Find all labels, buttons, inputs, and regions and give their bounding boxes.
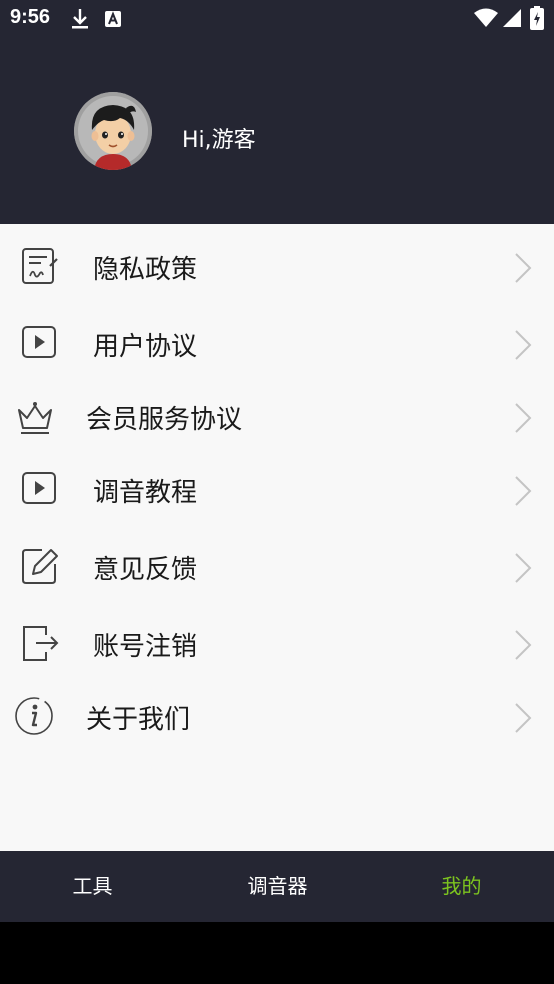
info-icon	[15, 697, 53, 735]
signal-icon	[503, 9, 521, 27]
settings-menu: 隐私政策 用户协议 会员服务协议 调音教程 意见反馈 账号注销 关于我们	[0, 224, 554, 851]
status-time: 9:56	[10, 6, 51, 28]
status-bar: 9:56	[0, 0, 554, 36]
chevron-right-icon	[515, 476, 532, 506]
bottom-tab-bar: 工具 调音器 我的	[0, 851, 554, 922]
crown-icon	[18, 402, 52, 434]
greeting-text: Hi,游客	[182, 128, 256, 153]
menu-item-tuning-tutorial[interactable]: 调音教程	[0, 452, 554, 522]
system-nav-bar	[0, 922, 554, 984]
menu-item-about-us[interactable]: 关于我们	[0, 679, 554, 749]
tab-tuner[interactable]: 调音器	[185, 851, 370, 922]
chevron-right-icon	[515, 253, 532, 283]
text-a-icon	[105, 11, 121, 27]
menu-item-label: 调音教程	[93, 478, 198, 508]
play-book-icon	[22, 472, 56, 504]
menu-item-account-cancellation[interactable]: 账号注销	[0, 606, 554, 676]
chevron-right-icon	[515, 703, 532, 733]
tab-tools[interactable]: 工具	[0, 851, 185, 922]
battery-charging-icon	[530, 6, 544, 30]
menu-item-feedback[interactable]: 意见反馈	[0, 529, 554, 599]
menu-item-privacy-policy[interactable]: 隐私政策	[0, 229, 554, 299]
menu-item-label: 关于我们	[86, 705, 191, 735]
profile-header: Hi,游客	[0, 36, 554, 224]
avatar[interactable]	[74, 92, 152, 170]
chevron-right-icon	[515, 630, 532, 660]
cartoon-boy-avatar	[74, 92, 152, 170]
pencil-square-icon	[22, 549, 58, 584]
menu-item-membership-agreement[interactable]: 会员服务协议	[0, 379, 554, 449]
menu-item-label: 会员服务协议	[86, 405, 243, 435]
menu-item-label: 隐私政策	[93, 255, 198, 285]
menu-item-label: 账号注销	[93, 632, 198, 662]
download-icon	[72, 9, 88, 29]
wifi-icon	[474, 8, 498, 27]
play-book-icon	[22, 326, 56, 358]
menu-item-user-agreement[interactable]: 用户协议	[0, 306, 554, 376]
chevron-right-icon	[515, 553, 532, 583]
tab-mine[interactable]: 我的	[369, 851, 554, 922]
logout-icon	[23, 626, 59, 661]
menu-item-label: 用户协议	[93, 332, 198, 362]
chevron-right-icon	[515, 330, 532, 360]
chevron-right-icon	[515, 403, 532, 433]
document-edit-icon	[22, 248, 58, 284]
menu-item-label: 意见反馈	[93, 555, 198, 585]
